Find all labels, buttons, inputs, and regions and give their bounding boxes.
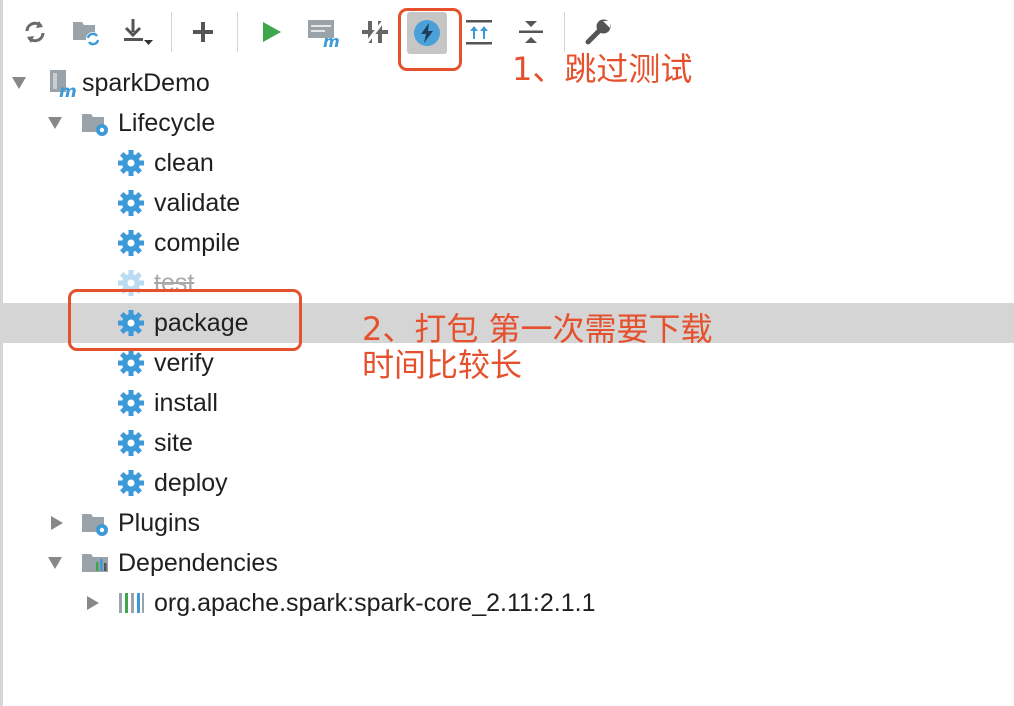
plus-icon xyxy=(190,19,216,45)
generate-sources-button[interactable] xyxy=(66,12,106,52)
maven-settings-button[interactable] xyxy=(579,12,619,52)
expand-all-icon xyxy=(464,17,494,47)
expand-all-button[interactable] xyxy=(459,12,499,52)
dependencies-label: Dependencies xyxy=(118,549,278,577)
plugins-label: Plugins xyxy=(118,509,200,537)
lifecycle-folder-icon xyxy=(80,107,112,139)
gear-icon xyxy=(115,387,147,419)
goal-label: install xyxy=(154,389,218,417)
download-icon xyxy=(120,16,154,48)
svg-text:m: m xyxy=(59,82,77,99)
svg-text:m: m xyxy=(323,32,340,48)
tree-node-project[interactable]: m sparkDemo xyxy=(0,63,1014,103)
run-maven-build-button[interactable] xyxy=(251,12,291,52)
goal-label: clean xyxy=(154,149,214,177)
settings-wrench-icon xyxy=(584,17,614,47)
expand-arrow-right-icon[interactable] xyxy=(48,514,66,532)
gear-icon xyxy=(115,147,147,179)
maven-toolbar: m xyxy=(3,0,1014,62)
reimport-button[interactable] xyxy=(15,12,55,52)
tree-node-dependencies[interactable]: Dependencies xyxy=(0,543,1014,583)
gear-icon xyxy=(115,427,147,459)
tree-node-plugins[interactable]: Plugins xyxy=(0,503,1014,543)
lifecycle-goal-site[interactable]: site xyxy=(0,423,1014,463)
lifecycle-label: Lifecycle xyxy=(118,109,216,137)
run-icon xyxy=(258,19,284,45)
project-name: sparkDemo xyxy=(82,69,210,97)
plugins-folder-icon xyxy=(80,507,112,539)
execute-maven-goal-button[interactable]: m xyxy=(303,12,343,52)
toggle-offline-icon xyxy=(359,17,391,47)
dependency-label: org.apache.spark:spark-core_2.11:2.1.1 xyxy=(154,589,596,617)
annotation-package-line1: 2、打包 第一次需要下载 xyxy=(362,310,713,348)
download-sources-button[interactable] xyxy=(117,12,157,52)
toolbar-separator xyxy=(237,12,238,52)
library-icon xyxy=(115,587,147,619)
expand-arrow-down-icon[interactable] xyxy=(46,554,64,572)
goal-label: compile xyxy=(154,229,241,257)
maven-module-icon: m xyxy=(46,67,78,99)
skip-tests-highlight-box xyxy=(398,8,462,71)
add-maven-project-button[interactable] xyxy=(183,12,223,52)
refresh-icon xyxy=(21,18,49,46)
collapse-all-button[interactable] xyxy=(511,12,551,52)
goal-label: site xyxy=(154,429,193,457)
toolbar-separator xyxy=(564,12,565,52)
toggle-offline-button[interactable] xyxy=(355,12,395,52)
collapse-all-icon xyxy=(516,17,546,47)
dependency-item[interactable]: org.apache.spark:spark-core_2.11:2.1.1 xyxy=(0,583,1014,623)
toolbar-separator xyxy=(171,12,172,52)
folder-sync-icon xyxy=(70,16,102,48)
annotation-skip-tests: 1、跳过测试 xyxy=(512,50,693,88)
lifecycle-goal-install[interactable]: install xyxy=(0,383,1014,423)
annotation-package-line2: 时间比较长 xyxy=(362,346,523,384)
gear-icon xyxy=(115,347,147,379)
maven-goal-icon: m xyxy=(306,16,340,48)
lifecycle-goal-deploy[interactable]: deploy xyxy=(0,463,1014,503)
lifecycle-goal-validate[interactable]: validate xyxy=(0,183,1014,223)
tree-node-lifecycle[interactable]: Lifecycle xyxy=(0,103,1014,143)
gear-icon xyxy=(115,187,147,219)
package-highlight-box xyxy=(68,289,302,351)
expand-arrow-down-icon[interactable] xyxy=(10,74,28,92)
gear-icon xyxy=(115,227,147,259)
gear-icon xyxy=(115,467,147,499)
goal-label: validate xyxy=(154,189,241,217)
dependencies-folder-icon xyxy=(80,547,112,579)
expand-arrow-down-icon[interactable] xyxy=(46,114,64,132)
lifecycle-goal-compile[interactable]: compile xyxy=(0,223,1014,263)
expand-arrow-right-icon[interactable] xyxy=(84,594,102,612)
lifecycle-goal-clean[interactable]: clean xyxy=(0,143,1014,183)
goal-label: deploy xyxy=(154,469,228,497)
